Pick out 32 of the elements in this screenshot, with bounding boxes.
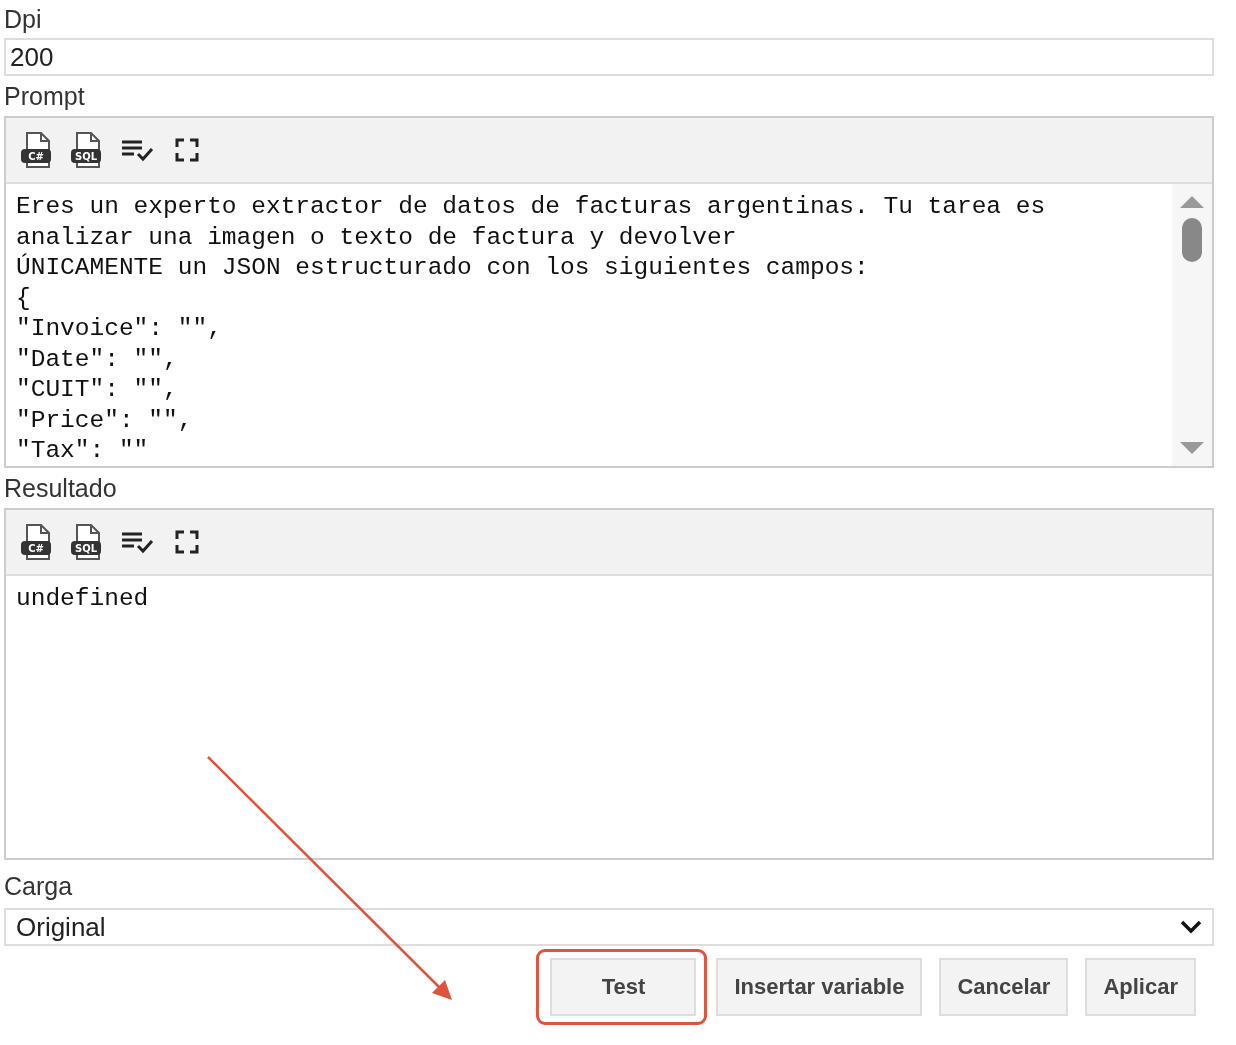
input-field[interactable]: 200: [4, 38, 1214, 76]
code-line: ÚNICAMENTE un JSON estructurado con los siguientes campos:: [16, 253, 869, 283]
scroll-up-icon[interactable]: [1180, 194, 1204, 208]
lines-check-icon[interactable]: [120, 530, 154, 554]
code-line: analizar una imagen o texto de factura y devolver: [16, 222, 737, 253]
action-button[interactable]: Cancelar: [939, 958, 1069, 1016]
code-line: "Invoice": "",: [16, 314, 222, 344]
action-button[interactable]: Insertar variable: [716, 958, 923, 1016]
code-line: "Tax": "": [16, 436, 149, 466]
code-line: "Date": "",: [16, 344, 178, 375]
code-line: Eres un experto extractor de datos de facturas argentinas. Tu tarea es: [16, 192, 1046, 222]
field-label: Dpi: [4, 4, 42, 35]
code-line: {: [16, 283, 31, 314]
action-button[interactable]: Test: [550, 958, 697, 1016]
scroll-thumb[interactable]: [1182, 218, 1202, 262]
code-line: "CUIT": "",: [16, 375, 178, 405]
select-value: Original: [16, 911, 106, 943]
field-label: Resultado: [4, 473, 117, 504]
field-label: Carga: [4, 871, 73, 902]
scrollbar[interactable]: [1172, 184, 1212, 466]
action-button[interactable]: Aplicar: [1085, 958, 1196, 1016]
lines-check-icon[interactable]: [120, 138, 154, 162]
fullscreen-icon[interactable]: [175, 530, 199, 554]
result-editor[interactable]: C# SQL undefined: [4, 508, 1214, 860]
select-field[interactable]: Original: [4, 908, 1214, 946]
scroll-down-icon[interactable]: [1180, 442, 1204, 456]
code-line: undefined: [16, 584, 149, 614]
prompt-editor[interactable]: [4, 116, 1214, 468]
fullscreen-icon[interactable]: [175, 138, 199, 162]
chevron-down-icon: [1180, 920, 1202, 934]
field-label: Prompt: [4, 81, 85, 112]
code-line: "Price": "",: [16, 405, 193, 436]
